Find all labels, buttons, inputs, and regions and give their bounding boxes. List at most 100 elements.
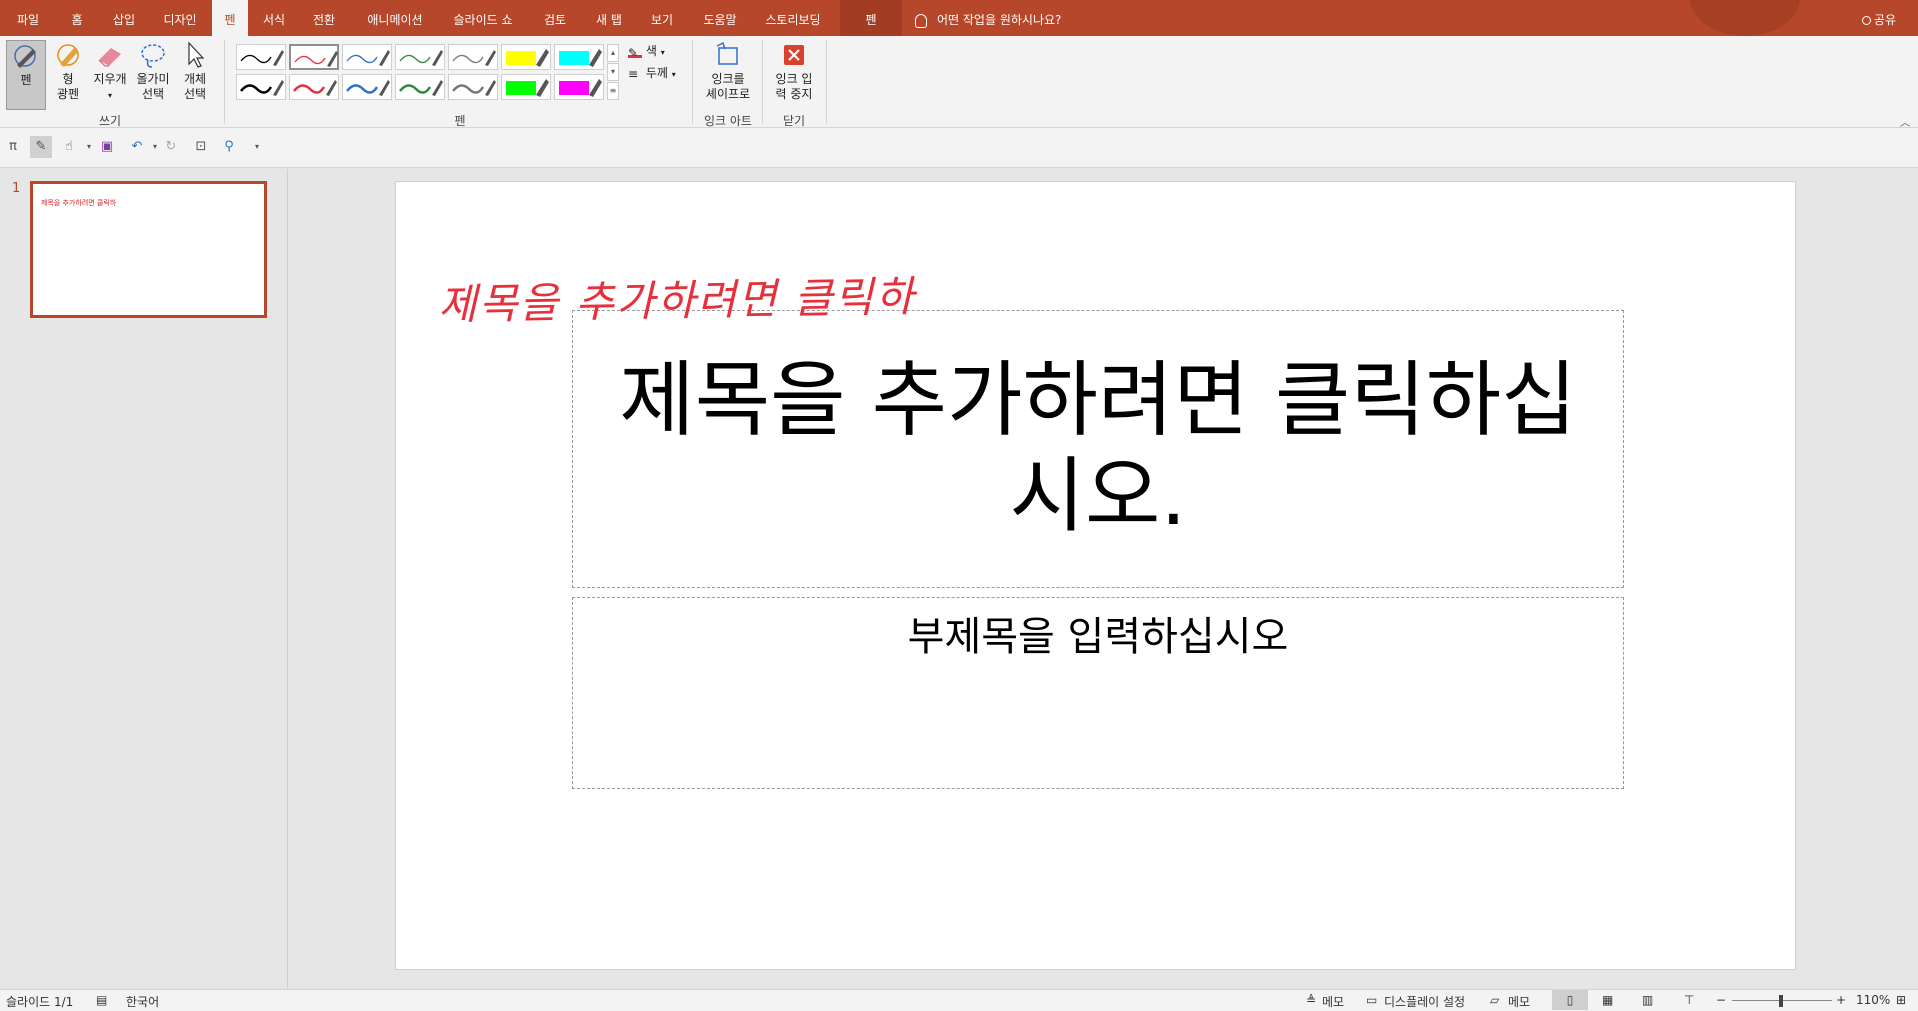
customize-qat-icon[interactable]: ▾ — [246, 136, 268, 158]
slide-count: 슬라이드 1/1 — [6, 995, 74, 1009]
slide-editing-area: 제목을 추가하려면 클릭하십시오. 부제목을 입력하십시오 제목을 추가하려면 … — [289, 169, 1918, 989]
eraser-dropdown-icon[interactable]: ▾ — [108, 91, 112, 100]
group-separator — [826, 40, 827, 124]
close-icon — [784, 45, 804, 65]
eraser-tool-button[interactable]: 지우개 ▾ — [90, 40, 130, 110]
fit-to-window-icon[interactable]: ⊞ — [1896, 993, 1906, 1007]
highlighter-icon — [57, 44, 79, 67]
highlighter-label-2: 광펜 — [56, 87, 80, 101]
zoom-out-button[interactable]: − — [1716, 993, 1726, 1007]
share-label: 공유 — [1873, 13, 1896, 27]
pen-swatch[interactable] — [342, 74, 392, 100]
group-separator — [224, 40, 225, 124]
pen-swatch[interactable] — [342, 44, 392, 70]
pen-tool-button[interactable]: 펜 — [6, 40, 46, 110]
slide-thumbnail-pane: 1 제목을 추가하려면 클릭하 — [0, 169, 288, 989]
tab-design[interactable]: 디자인 — [156, 0, 204, 36]
equation-icon[interactable]: π — [2, 136, 24, 158]
stop-inking-button[interactable]: 잉크 입 력 중지 — [766, 40, 822, 110]
pen-stroke-icon — [452, 50, 496, 66]
pen-stroke-icon — [240, 50, 284, 66]
pen-color-button[interactable]: ✎ 색 ▾ — [628, 42, 665, 60]
save-icon[interactable]: ▣ — [96, 136, 118, 158]
lasso-label-2: 선택 — [141, 87, 165, 101]
zoom-icon[interactable]: ⚲ — [218, 136, 240, 158]
pen-stroke-icon — [240, 80, 284, 96]
tab-file[interactable]: 파일 — [10, 0, 46, 36]
tab-slideshow[interactable]: 슬라이드 쇼 — [446, 0, 520, 36]
zoom-slider-thumb[interactable] — [1779, 995, 1783, 1007]
pen-color-icon: ✎ — [628, 46, 642, 60]
status-bar: 슬라이드 1/1 ▤ 한국어 ≜ 메모 ▭ 디스플레이 설정 ▱ 메모 ▯ ▦ … — [0, 989, 1918, 1011]
gallery-scroll-down[interactable]: ▾ — [607, 63, 619, 81]
slideshow-button[interactable]: ⊤ — [1684, 993, 1694, 1007]
pen-swatch[interactable] — [236, 44, 286, 70]
lasso-select-button[interactable]: 올가미 선택 — [134, 40, 172, 110]
highlighter-label-1: 형 — [62, 72, 74, 86]
pen-swatch[interactable] — [236, 74, 286, 100]
tab-transitions[interactable]: 전환 — [306, 0, 342, 36]
reading-view-button[interactable]: ▥ — [1642, 993, 1653, 1007]
handwritten-ink-text[interactable]: 제목을 추가하려면 클릭하 — [438, 263, 917, 332]
highlighter-tool-button[interactable]: 형 광펜 — [50, 40, 86, 110]
draw-with-touch-icon[interactable]: ✎ — [30, 136, 52, 158]
notes-button[interactable]: 메모 — [1322, 993, 1344, 1010]
title-placeholder[interactable]: 제목을 추가하려면 클릭하십시오. — [572, 310, 1624, 588]
pen-thickness-label: 두께 — [645, 66, 668, 80]
cursor-arrow-icon — [188, 41, 205, 68]
ink-to-shape-label-1: 잉크를 — [711, 72, 745, 86]
comments-button[interactable]: 메모 — [1508, 993, 1530, 1010]
pen-swatch[interactable] — [448, 44, 498, 70]
collapse-ribbon-button[interactable]: ︿ — [1900, 114, 1910, 129]
pen-stroke-icon — [346, 80, 390, 96]
subtitle-placeholder[interactable]: 부제목을 입력하십시오 — [572, 597, 1624, 789]
gallery-more-button[interactable]: ≡ — [607, 82, 619, 100]
tab-insert[interactable]: 삽입 — [106, 0, 142, 36]
pen-swatch[interactable] — [448, 74, 498, 100]
tell-me-box[interactable]: 어떤 작업을 원하시나요? — [915, 0, 1061, 36]
gallery-scroll-up[interactable]: ▴ — [607, 44, 619, 62]
tab-pen[interactable]: 펜 — [212, 0, 248, 36]
pen-swatch[interactable] — [554, 74, 604, 100]
pen-draw-icon — [14, 45, 36, 68]
pen-swatch[interactable] — [289, 74, 339, 100]
tab-review[interactable]: 검토 — [536, 0, 574, 36]
tab-storyboarding[interactable]: 스토리보딩 — [758, 0, 828, 36]
language[interactable]: 한국어 — [126, 993, 159, 1010]
line-weight-icon: ≡ — [628, 66, 639, 81]
pen-color-label: 색 — [645, 44, 657, 58]
object-select-label-1: 개체 — [183, 72, 207, 86]
normal-view-button[interactable]: ▯ — [1552, 990, 1588, 1010]
zoom-level[interactable]: 110% — [1856, 993, 1890, 1007]
slide-thumbnail[interactable]: 제목을 추가하려면 클릭하 — [30, 181, 267, 318]
accessibility-icon[interactable]: ▤ — [96, 993, 107, 1007]
tab-format[interactable]: 서식 — [256, 0, 292, 36]
tab-help[interactable]: 도움말 — [696, 0, 744, 36]
tab-animations[interactable]: 애니메이션 — [362, 0, 428, 36]
slide-sorter-button[interactable]: ▦ — [1602, 993, 1613, 1007]
pen-swatch[interactable] — [395, 74, 445, 100]
object-select-button[interactable]: 개체 선택 — [176, 40, 214, 110]
tab-pen-context[interactable]: 펜 — [840, 0, 902, 36]
tab-view[interactable]: 보기 — [644, 0, 680, 36]
pen-swatch[interactable] — [554, 44, 604, 70]
tab-new-tab[interactable]: 새 탭 — [590, 0, 628, 36]
pen-swatch[interactable] — [289, 44, 339, 70]
touch-mode-icon[interactable]: ☝ — [58, 136, 80, 158]
pen-swatch[interactable] — [395, 44, 445, 70]
redo-icon[interactable]: ↻ — [160, 136, 182, 158]
slideshow-from-start-icon[interactable]: ⊡ — [190, 136, 212, 158]
quick-access-toolbar: π ✎ ☝ ▾ ▣ ↶ ▾ ↻ ⊡ ⚲ ▾ — [0, 128, 1918, 168]
zoom-in-button[interactable]: + — [1836, 993, 1846, 1007]
chevron-down-icon: ▾ — [671, 70, 676, 79]
tab-home[interactable]: 홈 — [62, 0, 92, 36]
pen-thickness-button[interactable]: ≡ 두께 ▾ — [628, 64, 676, 81]
pen-swatch[interactable] — [501, 74, 551, 100]
lightbulb-icon — [915, 13, 927, 28]
slide-canvas[interactable]: 제목을 추가하려면 클릭하십시오. 부제목을 입력하십시오 제목을 추가하려면 … — [395, 181, 1796, 970]
pen-tool-label: 펜 — [20, 73, 32, 87]
share-button[interactable]: 공유 — [1861, 0, 1896, 36]
pen-swatch[interactable] — [501, 44, 551, 70]
ink-to-shape-button[interactable]: 잉크를 셰이프로 — [700, 40, 756, 110]
display-settings-button[interactable]: 디스플레이 설정 — [1384, 993, 1465, 1010]
